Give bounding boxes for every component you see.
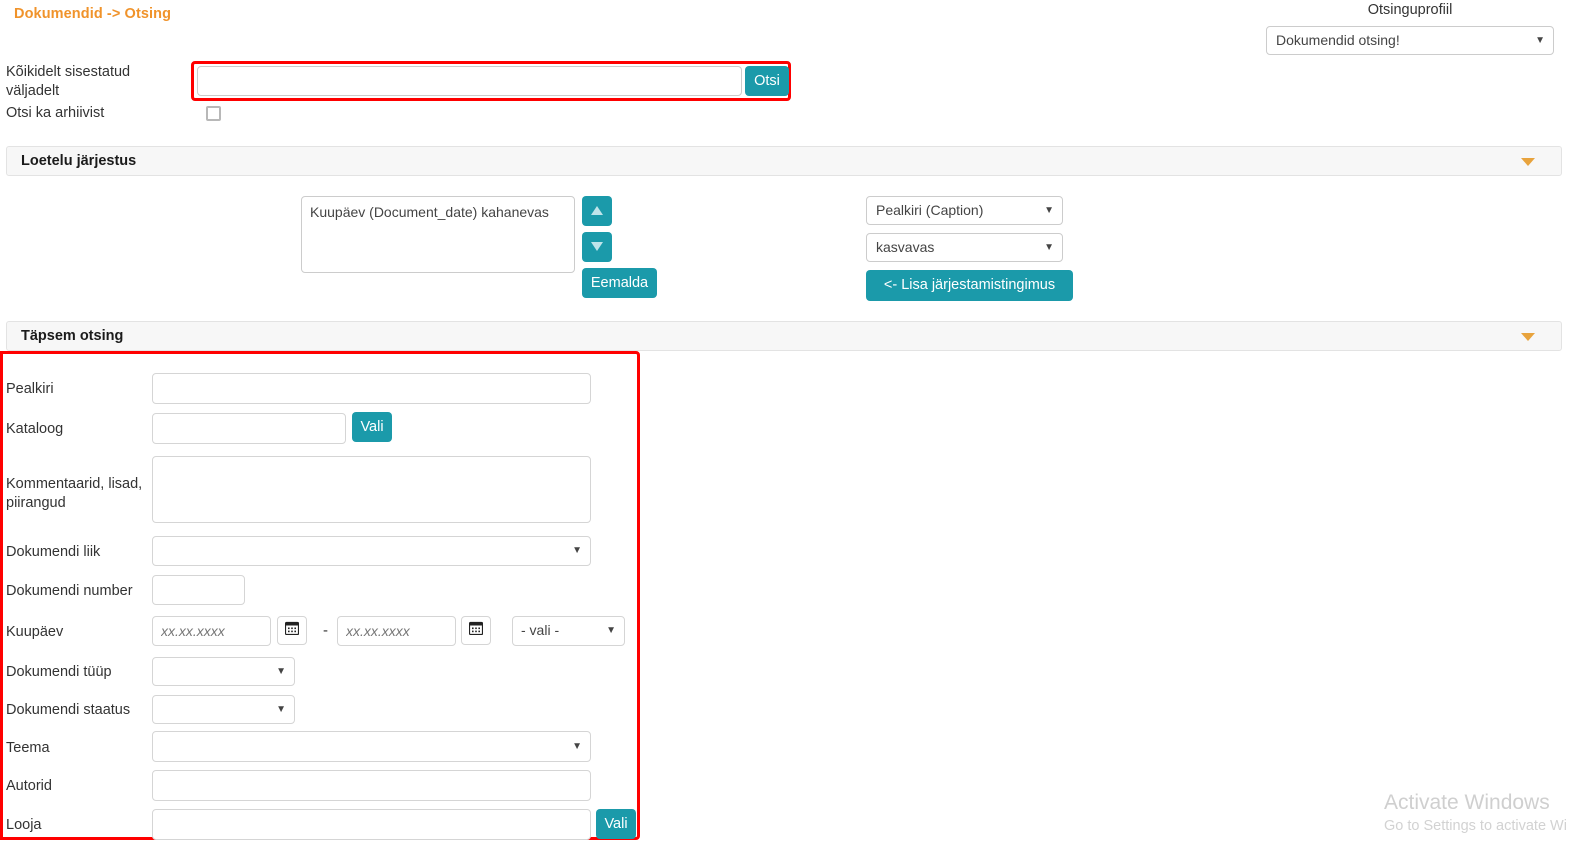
breadcrumb[interactable]: Dokumendid -> Otsing bbox=[14, 6, 171, 22]
kuupaev-mode-value: - vali - bbox=[521, 622, 560, 638]
order-field-selected-value: Pealkiri (Caption) bbox=[876, 202, 984, 218]
order-panel-title: Loetelu järjestus bbox=[21, 153, 137, 169]
order-panel-header[interactable]: Loetelu järjestus bbox=[6, 146, 1562, 176]
advanced-panel-header[interactable]: Täpsem otsing bbox=[6, 321, 1562, 351]
windows-activation-watermark: Activate Windows Go to Settings to activ… bbox=[1384, 790, 1567, 836]
chevron-down-icon: ▼ bbox=[572, 740, 582, 752]
order-rules-list[interactable]: Kuupäev (Document_date) kahanevas bbox=[301, 196, 575, 273]
autorid-input[interactable] bbox=[152, 770, 591, 801]
kommentaarid-textarea[interactable] bbox=[152, 456, 591, 523]
chevron-down-icon[interactable] bbox=[1521, 333, 1535, 341]
chevron-down-icon: ▼ bbox=[1044, 204, 1054, 216]
chevron-down-icon: ▼ bbox=[606, 625, 616, 636]
teema-select[interactable]: ▼ bbox=[152, 731, 591, 762]
dokumendi-staatus-select[interactable]: ▼ bbox=[152, 695, 295, 724]
field-label-dokumendi-tuup: Dokumendi tüüp bbox=[6, 664, 112, 680]
search-profile-selected-value: Dokumendid otsing! bbox=[1276, 32, 1400, 48]
field-label-kuupaev: Kuupäev bbox=[6, 624, 64, 640]
looja-input[interactable] bbox=[152, 809, 591, 840]
calendar-icon[interactable] bbox=[277, 616, 307, 645]
field-label-dokumendi-number: Dokumendi number bbox=[6, 583, 133, 599]
field-label-teema: Teema bbox=[6, 740, 50, 756]
search-profile-select[interactable]: Dokumendid otsing! ▼ bbox=[1266, 26, 1554, 55]
watermark-subtitle: Go to Settings to activate Wi bbox=[1384, 818, 1567, 834]
arrow-down-icon bbox=[591, 242, 603, 251]
field-label-kommentaarid: Kommentaarid, lisad, piirangud bbox=[6, 476, 143, 511]
field-label-pealkiri: Pealkiri bbox=[6, 381, 54, 397]
arrow-up-icon bbox=[591, 206, 603, 215]
chevron-down-icon[interactable] bbox=[1521, 158, 1535, 166]
field-label-looja: Looja bbox=[6, 817, 42, 833]
order-field-select[interactable]: Pealkiri (Caption) ▼ bbox=[866, 196, 1063, 225]
move-rule-down-button[interactable] bbox=[582, 232, 612, 262]
quick-search-label: Kõikidelt sisestatud väljadelt bbox=[6, 64, 131, 99]
chevron-down-icon: ▼ bbox=[1535, 34, 1545, 46]
search-archive-checkbox[interactable] bbox=[206, 106, 221, 121]
search-profile-label: Otsinguprofiil bbox=[1367, 2, 1453, 18]
search-archive-label: Otsi ka arhiivist bbox=[6, 105, 105, 121]
field-label-dokumendi-staatus: Dokumendi staatus bbox=[6, 702, 131, 718]
move-rule-up-button[interactable] bbox=[582, 196, 612, 226]
chevron-down-icon: ▼ bbox=[276, 703, 286, 715]
date-range-separator: - bbox=[323, 622, 328, 639]
order-direction-selected-value: kasvavas bbox=[876, 239, 935, 255]
chevron-down-icon: ▼ bbox=[1044, 241, 1054, 253]
kuupaev-mode-select[interactable]: - vali - ▼ bbox=[512, 616, 625, 646]
advanced-panel-title: Täpsem otsing bbox=[21, 328, 124, 344]
pealkiri-input[interactable] bbox=[152, 373, 591, 404]
looja-select-button[interactable]: Vali bbox=[596, 809, 636, 839]
search-page: Dokumendid -> Otsing Otsinguprofiil Doku… bbox=[0, 0, 1592, 854]
chevron-down-icon: ▼ bbox=[276, 665, 286, 677]
kuupaev-to-input[interactable] bbox=[337, 616, 456, 646]
quick-search-input[interactable] bbox=[197, 66, 742, 96]
field-label-kataloog: Kataloog bbox=[6, 421, 64, 437]
order-direction-select[interactable]: kasvavas ▼ bbox=[866, 233, 1063, 262]
list-item[interactable]: Kuupäev (Document_date) kahanevas bbox=[310, 203, 566, 221]
add-order-rule-button[interactable]: <- Lisa järjestamistingimus bbox=[866, 270, 1073, 301]
dokumendi-liik-select[interactable]: ▼ bbox=[152, 536, 591, 566]
field-label-dokumendi-liik: Dokumendi liik bbox=[6, 544, 101, 560]
dokumendi-number-input[interactable] bbox=[152, 575, 245, 605]
calendar-icon[interactable] bbox=[461, 616, 491, 645]
chevron-down-icon: ▼ bbox=[572, 545, 582, 556]
dokumendi-tuup-select[interactable]: ▼ bbox=[152, 657, 295, 686]
search-button[interactable]: Otsi bbox=[745, 66, 789, 96]
watermark-title: Activate Windows bbox=[1384, 791, 1550, 814]
search-profile-group: Otsinguprofiil Dokumendid otsing! ▼ bbox=[1266, 2, 1554, 55]
kuupaev-from-input[interactable] bbox=[152, 616, 271, 646]
kataloog-select-button[interactable]: Vali bbox=[352, 412, 392, 442]
kataloog-input[interactable] bbox=[152, 413, 346, 444]
remove-rule-button[interactable]: Eemalda bbox=[582, 268, 657, 298]
field-label-autorid: Autorid bbox=[6, 778, 52, 794]
